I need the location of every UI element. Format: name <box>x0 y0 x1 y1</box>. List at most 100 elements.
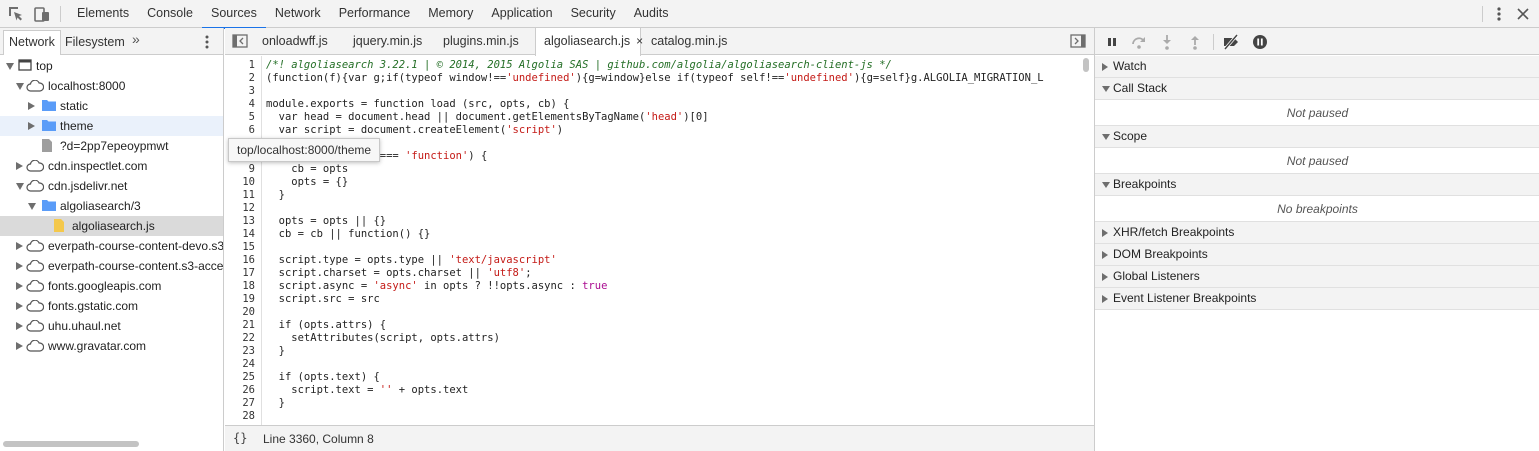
code-line[interactable]: cb = opts <box>266 163 348 176</box>
pretty-print-button[interactable]: {} <box>233 431 247 445</box>
expanded-arrow-icon[interactable] <box>6 63 14 70</box>
tab-network[interactable]: Network <box>3 30 61 55</box>
code-line[interactable]: } <box>266 345 285 358</box>
tree-item[interactable]: algoliasearch.js <box>0 216 223 236</box>
line-number[interactable]: 3 <box>225 85 255 98</box>
tab-application[interactable]: Application <box>482 0 561 28</box>
tab-audits[interactable]: Audits <box>625 0 678 28</box>
pane-watch[interactable]: Watch <box>1095 56 1539 78</box>
line-number[interactable]: 27 <box>225 397 255 410</box>
tree-item[interactable]: static <box>0 96 223 116</box>
line-number[interactable]: 18 <box>225 280 255 293</box>
editor-tab[interactable]: algoliasearch.js × <box>535 28 643 56</box>
editor-tab[interactable]: jquery.min.js <box>345 28 423 55</box>
tab-sources[interactable]: Sources <box>201 0 266 29</box>
collapsed-arrow-icon[interactable] <box>28 122 35 130</box>
tree-item[interactable]: theme <box>0 116 223 136</box>
device-toolbar-icon[interactable] <box>33 5 51 23</box>
step-over-icon[interactable] <box>1130 33 1148 51</box>
tree-item[interactable]: everpath-course-content-devo.s3 <box>0 236 223 256</box>
editor-tab[interactable]: plugins.min.js <box>435 28 519 55</box>
tree-item[interactable]: uhu.uhaul.net <box>0 316 223 336</box>
editor-tab[interactable]: catalog.min.js <box>643 28 731 55</box>
expanded-arrow-icon[interactable] <box>28 203 36 210</box>
pause-icon[interactable] <box>1103 33 1121 51</box>
toggle-navigator-icon[interactable] <box>232 34 248 48</box>
pause-on-exceptions-icon[interactable] <box>1251 33 1269 51</box>
expanded-arrow-icon[interactable] <box>16 183 24 190</box>
line-number[interactable]: 26 <box>225 384 255 397</box>
line-number[interactable]: 28 <box>225 410 255 423</box>
tree-item[interactable]: localhost:8000 <box>0 76 223 96</box>
tree-item[interactable]: fonts.googleapis.com <box>0 276 223 296</box>
collapsed-arrow-icon[interactable] <box>28 102 35 110</box>
close-devtools-icon[interactable] <box>1514 5 1532 23</box>
collapsed-arrow-icon[interactable] <box>16 162 23 170</box>
line-number[interactable]: 23 <box>225 345 255 358</box>
navigator-horizontal-scrollbar[interactable] <box>3 441 139 447</box>
code-line[interactable]: if (opts.attrs) { <box>266 319 386 332</box>
inspect-element-icon[interactable] <box>7 5 25 23</box>
pane-xhr-fetch-breakpoints[interactable]: XHR/fetch Breakpoints <box>1095 222 1539 244</box>
pane-event-listener-breakpoints[interactable]: Event Listener Breakpoints <box>1095 288 1539 310</box>
code-line[interactable]: var head = document.head || document.get… <box>266 111 709 124</box>
code-line[interactable]: script.type = opts.type || 'text/javascr… <box>266 254 557 267</box>
code-line[interactable]: script.charset = opts.charset || 'utf8'; <box>266 267 532 280</box>
code-line[interactable]: opts = opts || {} <box>266 215 386 228</box>
line-number[interactable]: 22 <box>225 332 255 345</box>
collapsed-arrow-icon[interactable] <box>16 282 23 290</box>
tree-item[interactable]: top <box>0 56 223 76</box>
tree-item[interactable]: cdn.inspectlet.com <box>0 156 223 176</box>
code-line[interactable]: } <box>266 189 285 202</box>
line-number[interactable]: 20 <box>225 306 255 319</box>
code-line[interactable]: } <box>266 397 285 410</box>
toggle-debugger-icon[interactable] <box>1070 34 1086 48</box>
collapsed-arrow-icon[interactable] <box>16 262 23 270</box>
code-line[interactable]: module.exports = function load (src, opt… <box>266 98 569 111</box>
line-number[interactable]: 6 <box>225 124 255 137</box>
tree-item[interactable]: www.gravatar.com <box>0 336 223 356</box>
more-options-icon[interactable] <box>1490 5 1508 23</box>
collapsed-arrow-icon[interactable] <box>16 242 23 250</box>
code-line[interactable]: setAttributes(script, opts.attrs) <box>266 332 500 345</box>
line-number[interactable]: 14 <box>225 228 255 241</box>
editor-tab[interactable]: onloadwff.js <box>254 28 340 55</box>
line-number[interactable]: 15 <box>225 241 255 254</box>
line-number-gutter[interactable]: 1234567891011121314151617181920212223242… <box>225 56 262 437</box>
step-out-icon[interactable] <box>1186 33 1204 51</box>
line-number[interactable]: 4 <box>225 98 255 111</box>
tree-item[interactable]: cdn.jsdelivr.net <box>0 176 223 196</box>
code-line[interactable]: cb = cb || function() {} <box>266 228 431 241</box>
code-line[interactable]: opts = {} <box>266 176 348 189</box>
code-line[interactable]: var script = document.createElement('scr… <box>266 124 563 137</box>
pane-global-listeners[interactable]: Global Listeners <box>1095 266 1539 288</box>
code-line[interactable]: /*! algoliasearch 3.22.1 | © 2014, 2015 … <box>266 59 892 72</box>
code-line[interactable]: if (opts.text) { <box>266 371 380 384</box>
line-number[interactable]: 13 <box>225 215 255 228</box>
line-number[interactable]: 2 <box>225 72 255 85</box>
line-number[interactable]: 16 <box>225 254 255 267</box>
pane-call-stack[interactable]: Call Stack <box>1095 78 1539 100</box>
line-number[interactable]: 1 <box>225 59 255 72</box>
pane-breakpoints[interactable]: Breakpoints <box>1095 174 1539 196</box>
pane-dom-breakpoints[interactable]: DOM Breakpoints <box>1095 244 1539 266</box>
code-vertical-scrollbar[interactable] <box>1083 58 1089 72</box>
expanded-arrow-icon[interactable] <box>16 83 24 90</box>
tab-filesystem[interactable]: Filesystem <box>60 31 130 53</box>
pane-scope[interactable]: Scope <box>1095 126 1539 148</box>
tree-item[interactable]: everpath-course-content.s3-acce <box>0 256 223 276</box>
line-number[interactable]: 11 <box>225 189 255 202</box>
line-number[interactable]: 10 <box>225 176 255 189</box>
tree-item[interactable]: algoliasearch/3 <box>0 196 223 216</box>
tab-memory[interactable]: Memory <box>419 0 482 28</box>
code-line[interactable]: (function(f){var g;if(typeof window!=='u… <box>266 72 1044 85</box>
code-line[interactable]: script.async = 'async' in opts ? !!opts.… <box>266 280 608 293</box>
tab-console[interactable]: Console <box>138 0 202 28</box>
line-number[interactable]: 12 <box>225 202 255 215</box>
more-tabs-icon[interactable]: » <box>132 31 140 47</box>
line-number[interactable]: 25 <box>225 371 255 384</box>
line-number[interactable]: 21 <box>225 319 255 332</box>
line-number[interactable]: 5 <box>225 111 255 124</box>
line-number[interactable]: 17 <box>225 267 255 280</box>
collapsed-arrow-icon[interactable] <box>16 302 23 310</box>
